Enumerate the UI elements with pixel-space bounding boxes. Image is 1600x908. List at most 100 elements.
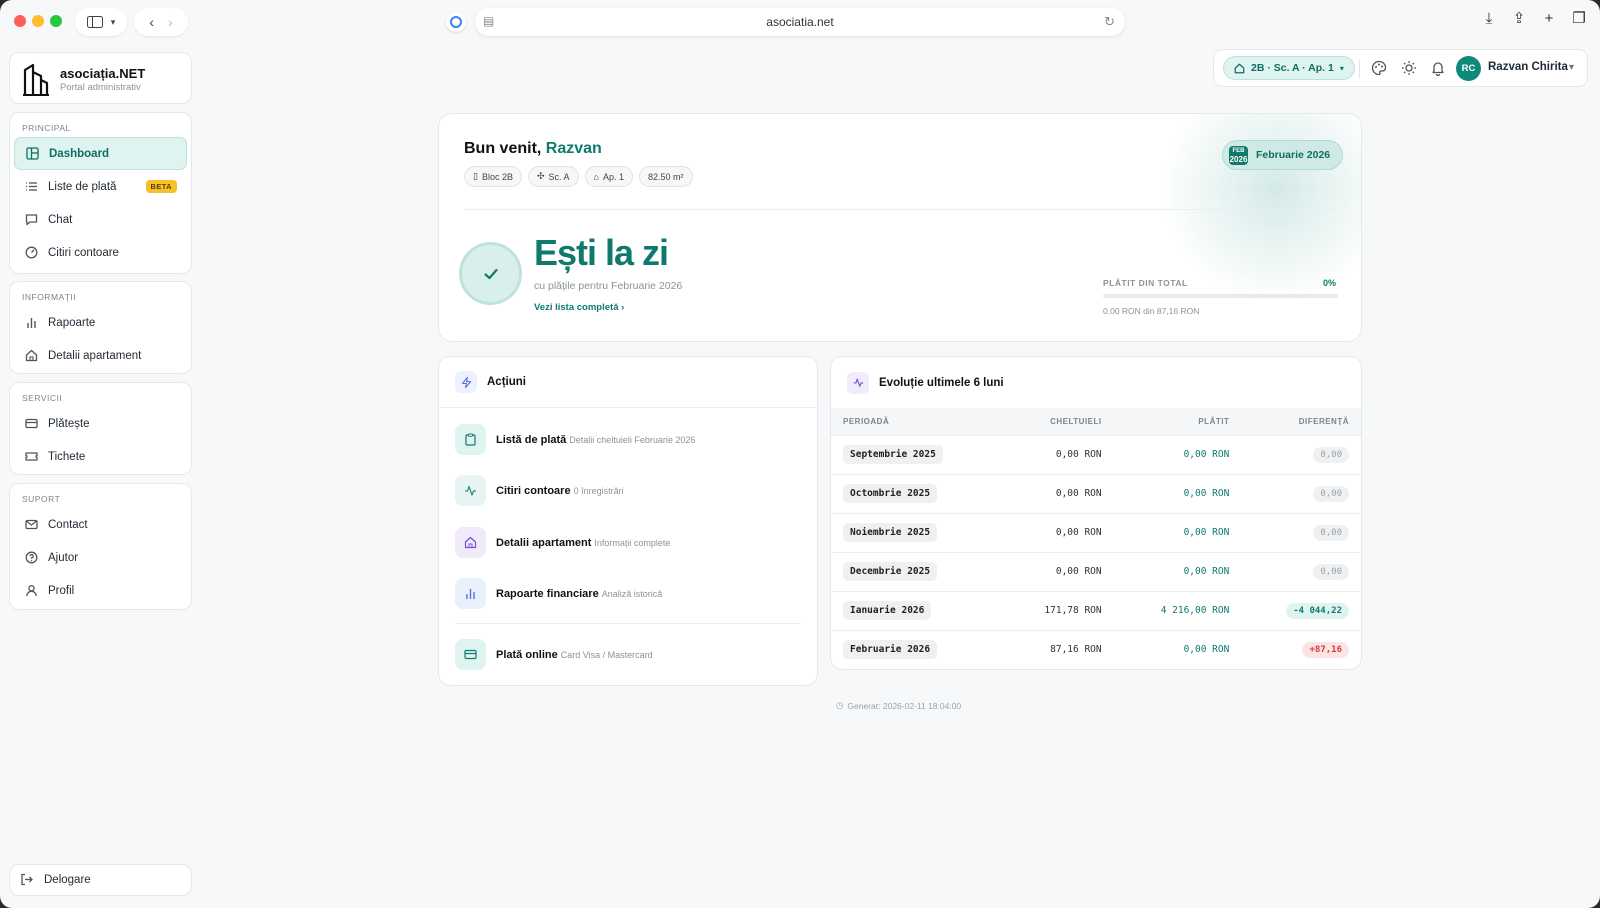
user-icon [24,584,38,598]
new-tab-icon[interactable]: + [1540,10,1558,28]
apartment-selector[interactable]: 2B · Sc. A · Ap. 1 ▾ [1223,56,1355,80]
home-icon [24,349,38,363]
expenses-cell: 171,78 RON [1044,605,1102,616]
card-icon [455,638,486,670]
evolution-table: PERIOADĂ CHELTUIELI PLĂTIT DIFERENȚĂ Sep… [831,408,1361,669]
action-plata-online[interactable]: Plată online Card Visa / Mastercard [455,638,653,670]
action-desc: Informații complete [594,538,671,548]
difference-cell: 0,00 [1241,513,1361,552]
sidebar-item-detalii-apartament[interactable]: Detalii apartament [14,339,187,372]
layout-icon [25,147,39,161]
gauge-icon [24,246,38,260]
expenses-cell: 0,00 RON [1055,566,1102,577]
action-title: Citiri contoare [496,485,571,497]
logout-button[interactable]: Delogare [9,864,192,896]
expenses-cell: 0,00 RON [1055,488,1102,499]
hero-divider [464,209,1336,210]
avatar[interactable]: RC [1456,56,1481,81]
action-desc: Detalii cheltuieli Februarie 2026 [569,435,696,445]
user-name[interactable]: Razvan Chirita [1488,61,1568,73]
table-row: Octombrie 2025 0,00 RON 0,00 RON 0,00 [831,474,1361,513]
chip-label: Ap. 1 [602,171,624,182]
action-citiri-contoare[interactable]: Citiri contoare 0 înregistrări [455,474,624,506]
sidebar-item-label: Chat [48,213,73,226]
calendar-month: FEB [1232,147,1245,154]
sidebar-item-ajutor[interactable]: Ajutor [14,541,187,574]
activity-icon [847,371,869,394]
paid-percent: 0% [1322,278,1336,288]
url-text: asociatia.net [766,15,834,29]
welcome-prefix: Bun venit, [464,140,542,157]
sidebar-item-liste-de-plata[interactable]: Liste de plată BETA [14,170,187,203]
sidebar-item-chat[interactable]: Chat [14,203,187,236]
list-icon [24,180,38,194]
column-header: PERIOADĂ [843,416,890,426]
generated-text: Generat: 2026-02-11 18:04:00 [847,700,962,711]
clock-icon: ◷ [836,700,844,710]
palette-icon[interactable] [1371,60,1387,76]
bell-icon[interactable] [1430,60,1446,76]
sidebar-item-label: Detalii apartament [48,349,142,362]
card-icon [24,417,38,431]
action-detalii-apartament[interactable]: Detalii apartament Informații complete [455,526,671,558]
sidebar-group-principal: PRINCIPAL Dashboard Liste de plată BETA … [9,112,192,274]
difference-badge: 0,00 [1313,563,1349,580]
difference-badge: 0,00 [1313,524,1349,541]
maximize-window-button[interactable] [50,15,62,27]
password-extension-icon[interactable] [446,12,466,32]
sidebar-item-label: Plătește [48,417,90,430]
action-title: Rapoarte financiare [496,588,599,600]
address-bar[interactable]: ▤ asociatia.net ↻ [475,8,1125,36]
sidebar-item-label: Liste de plată [48,180,117,193]
see-full-list-link[interactable]: Vezi lista completă › [534,302,624,313]
action-title: Listă de plată [496,434,567,446]
period-cell: Noiembrie 2025 [831,513,1002,552]
chip-label: 82.50 m² [648,171,684,182]
lightning-icon [455,371,477,393]
tabs-overview-icon[interactable]: ❐ [1570,10,1588,28]
sidebar-item-dashboard[interactable]: Dashboard [14,137,187,170]
share-icon[interactable]: ⇪ [1510,10,1528,28]
action-rapoarte-financiare[interactable]: Rapoarte financiare Analiză istorică [455,577,662,609]
minimize-window-button[interactable] [32,15,44,27]
period-cell: Decembrie 2025 [831,552,1002,591]
reload-icon[interactable]: ↻ [1104,14,1115,30]
action-title: Detalii apartament [496,537,592,549]
home-icon [1234,63,1245,73]
sidebar-item-profil[interactable]: Profil [14,574,187,607]
sidebar-group-informatii: INFORMAȚII Rapoarte Detalii apartament [9,281,192,374]
sidebar-item-rapoarte[interactable]: Rapoarte [14,306,187,339]
forward-button[interactable]: › [168,14,173,30]
period-cell: Octombrie 2025 [831,474,1002,513]
chip-scara: ✣ Sc. A [527,166,579,187]
sidebar-item-plateste[interactable]: Plătește [14,407,187,440]
sidebar-toggle-button[interactable]: ▾ [75,8,127,36]
expenses-cell: 0,00 RON [1055,449,1102,460]
chip-label: Sc. A [548,171,570,182]
sidebar-item-contact[interactable]: Contact [14,508,187,541]
welcome-name: Razvan [545,140,602,157]
difference-cell: +87,16 [1241,630,1361,669]
chevron-down-icon[interactable]: ▾ [1569,62,1574,73]
download-icon[interactable]: ⤓ [1480,10,1498,28]
mail-icon [24,518,38,532]
generated-timestamp: ◷ Generat: 2026-02-11 18:04:00 [836,700,961,711]
apartment-chips: ▯ Bloc 2B ✣ Sc. A ⌂ Ap. 1 82.50 m² [464,166,693,187]
back-button[interactable]: ‹ [149,14,154,30]
sidebar-item-citiri-contoare[interactable]: Citiri contoare [14,236,187,269]
column-header: CHELTUIELI [1050,416,1102,426]
chevron-down-icon: ▾ [110,16,116,27]
period-label: Noiembrie 2025 [843,523,938,542]
month-selector[interactable]: FEB 2026 Februarie 2026 [1222,140,1344,170]
paid-cell: 0,00 RON [1183,449,1230,460]
sun-icon[interactable] [1401,60,1417,76]
building-icon: ▯ [473,171,478,181]
brand-card[interactable]: asociația.NET Portal administrativ [9,52,192,104]
history-nav: ‹ › [134,8,188,36]
difference-badge: 0,00 [1313,446,1349,463]
close-window-button[interactable] [14,15,26,27]
period-label: Septembrie 2025 [843,445,943,464]
sidebar-item-tichete[interactable]: Tichete [14,440,187,473]
activity-icon [455,474,486,506]
action-lista-de-plata[interactable]: Listă de plată Detalii cheltuieli Februar… [455,423,696,455]
